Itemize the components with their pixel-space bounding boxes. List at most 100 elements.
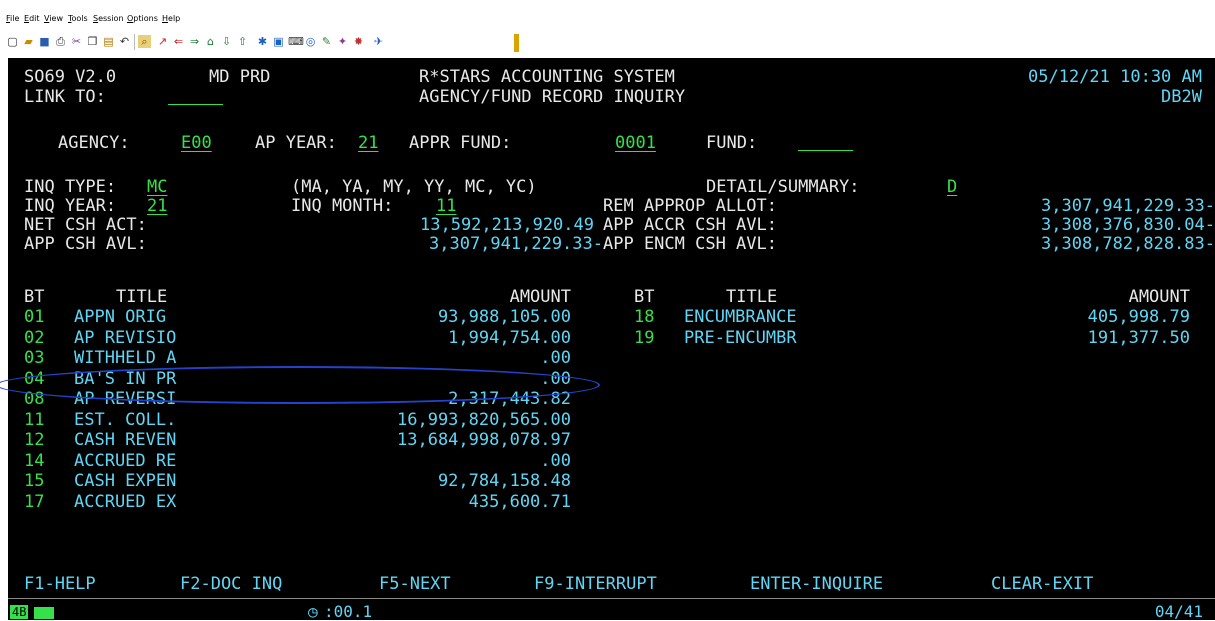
keyboard-lock-indicator	[34, 607, 54, 619]
rem-approp-label: REM APPROP ALLOT:	[603, 196, 777, 216]
app-accr-value: 3,308,376,830.04-	[1041, 215, 1215, 235]
app-accr-label: APP ACCR CSH AVL:	[603, 215, 777, 235]
menu-view[interactable]: View	[44, 14, 63, 23]
net-csh-label: NET CSH ACT:	[24, 215, 147, 235]
fund-label: FUND:	[706, 133, 758, 153]
menu-bar: File Edit View Tools Session Options Hel…	[0, 0, 1215, 28]
left-row-amount: 2,317,443.82	[448, 389, 571, 409]
agency-input[interactable]: E00	[181, 134, 212, 152]
find-icon[interactable]: ⌕	[138, 35, 151, 48]
left-row-bt: 17	[24, 491, 45, 512]
inq-month-label: INQ MONTH:	[291, 196, 394, 216]
left-row-title: CASH EXPEN	[74, 471, 177, 491]
toolbar-grip	[514, 34, 519, 52]
menu-edit[interactable]: Edit	[24, 14, 40, 23]
paste-icon[interactable]: ▤	[102, 35, 115, 48]
session-tag: 4B	[10, 605, 29, 619]
menu-file[interactable]: File	[6, 14, 19, 23]
status-bar: 4B ◷ :00.1 04/41	[8, 602, 1215, 621]
left-row-title: BA'S IN PR	[74, 368, 177, 389]
left-row-amount: .00	[540, 368, 571, 389]
app-encm-label: APP ENCM CSH AVL:	[603, 234, 777, 254]
hotspot-icon[interactable]: ✦	[336, 35, 349, 48]
inq-type-input[interactable]: MC	[147, 178, 167, 196]
inq-type-options: (MA, YA, MY, YY, MC, YC)	[291, 177, 537, 197]
left-row-bt: 02	[24, 327, 45, 348]
keyboard-icon[interactable]: ⌨	[288, 35, 304, 48]
menu-session[interactable]: Session	[93, 14, 124, 23]
toolbar-separator	[134, 34, 135, 50]
left-row-bt: 01	[24, 307, 45, 327]
left-row-title: ACCRUED EX	[74, 491, 177, 512]
menu-help[interactable]: Help	[162, 14, 180, 23]
help-icon[interactable]: ✸	[352, 35, 365, 48]
screen-title: AGENCY/FUND RECORD INQUIRY	[419, 87, 686, 107]
agency-label: AGENCY:	[58, 133, 130, 153]
col-bt-left: BT	[24, 287, 45, 307]
config-icon[interactable]: ✱	[256, 35, 269, 48]
cut-icon[interactable]: ✂	[70, 35, 83, 48]
inq-type-label: INQ TYPE:	[24, 177, 117, 197]
home-icon[interactable]: ⌂	[204, 35, 217, 48]
print-icon[interactable]: ⎙	[54, 35, 67, 48]
detail-summary-label: DETAIL/SUMMARY:	[706, 177, 860, 197]
col-amount-right: AMOUNT	[1128, 287, 1190, 307]
undo-icon[interactable]: ↶	[118, 35, 131, 48]
left-row-bt: 14	[24, 450, 45, 471]
left-row-title: WITHHELD A	[74, 348, 177, 368]
receive-icon[interactable]: ⇩	[220, 35, 233, 48]
clock-icon: ◷	[308, 602, 318, 621]
left-row-amount: 16,993,820,565.00	[397, 409, 571, 430]
fkey-next[interactable]: F5-NEXT	[379, 575, 451, 593]
left-row-bt: 12	[24, 430, 45, 450]
copy-icon[interactable]: ❐	[86, 35, 99, 48]
send-icon[interactable]: ⇧	[236, 35, 249, 48]
col-title-right: TITLE	[726, 287, 778, 307]
macro-icon[interactable]: ↗	[156, 35, 169, 48]
fkey-interrupt[interactable]: F9-INTERRUPT	[534, 575, 657, 593]
display-icon[interactable]: ▣	[272, 35, 285, 48]
left-row-bt: 03	[24, 348, 45, 368]
forward-icon[interactable]: ⇒	[188, 35, 201, 48]
right-row-title: PRE-ENCUMBR	[684, 327, 797, 348]
app-csh-value: 3,307,941,229.33-	[429, 234, 603, 254]
right-row-title: ENCUMBRANCE	[684, 307, 797, 327]
detail-summary-input[interactable]: D	[947, 178, 957, 196]
col-bt-right: BT	[634, 287, 655, 307]
terminal-screen[interactable]: SO69 V2.0 MD PRD R*STARS ACCOUNTING SYST…	[0, 58, 1215, 621]
fkey-clear-exit[interactable]: CLEAR-EXIT	[991, 575, 1093, 593]
fkey-doc-inq[interactable]: F2-DOC INQ	[180, 575, 282, 593]
right-row-bt: 18	[634, 307, 655, 327]
inq-month-input[interactable]: 11	[436, 197, 456, 215]
ap-year-input[interactable]: 21	[358, 134, 378, 152]
response-timer: :00.1	[324, 602, 373, 621]
app-encm-value: 3,308,782,828.83-	[1041, 234, 1215, 254]
save-icon[interactable]: ■	[38, 35, 51, 48]
color-icon[interactable]: ◎	[304, 35, 317, 48]
edit-icon[interactable]: ✎	[320, 35, 333, 48]
appr-fund-input[interactable]: 0001	[615, 134, 656, 152]
fund-input[interactable]	[798, 150, 853, 151]
left-row-amount: 92,784,158.48	[437, 471, 571, 491]
right-row-amount: 405,998.79	[1087, 307, 1190, 327]
left-row-title: EST. COLL.	[74, 409, 177, 430]
left-row-bt: 04	[24, 368, 45, 389]
datetime: 05/12/21 10:30 AM	[1028, 67, 1202, 87]
back-icon[interactable]: ⇐	[172, 35, 185, 48]
link-to-label: LINK TO:	[24, 87, 106, 107]
region: MD PRD	[209, 67, 271, 87]
left-row-amount: 1,994,754.00	[448, 327, 571, 348]
link-to-input[interactable]	[168, 104, 223, 105]
fkey-help[interactable]: F1-HELP	[24, 575, 96, 593]
cursor-position: 04/41	[1154, 602, 1203, 621]
inq-year-input[interactable]: 21	[147, 197, 167, 215]
left-row-bt: 11	[24, 409, 45, 430]
menu-tools[interactable]: Tools	[68, 14, 88, 23]
new-icon[interactable]: ▢	[6, 35, 19, 48]
system-title: R*STARS ACCOUNTING SYSTEM	[419, 67, 675, 87]
tools-icon[interactable]: ✈	[372, 35, 385, 48]
fkey-enter-inquire[interactable]: ENTER-INQUIRE	[750, 575, 883, 593]
open-icon[interactable]: ▰	[22, 35, 35, 48]
menu-options[interactable]: Options	[127, 14, 158, 23]
terminal-id: DB2W	[1161, 87, 1202, 107]
